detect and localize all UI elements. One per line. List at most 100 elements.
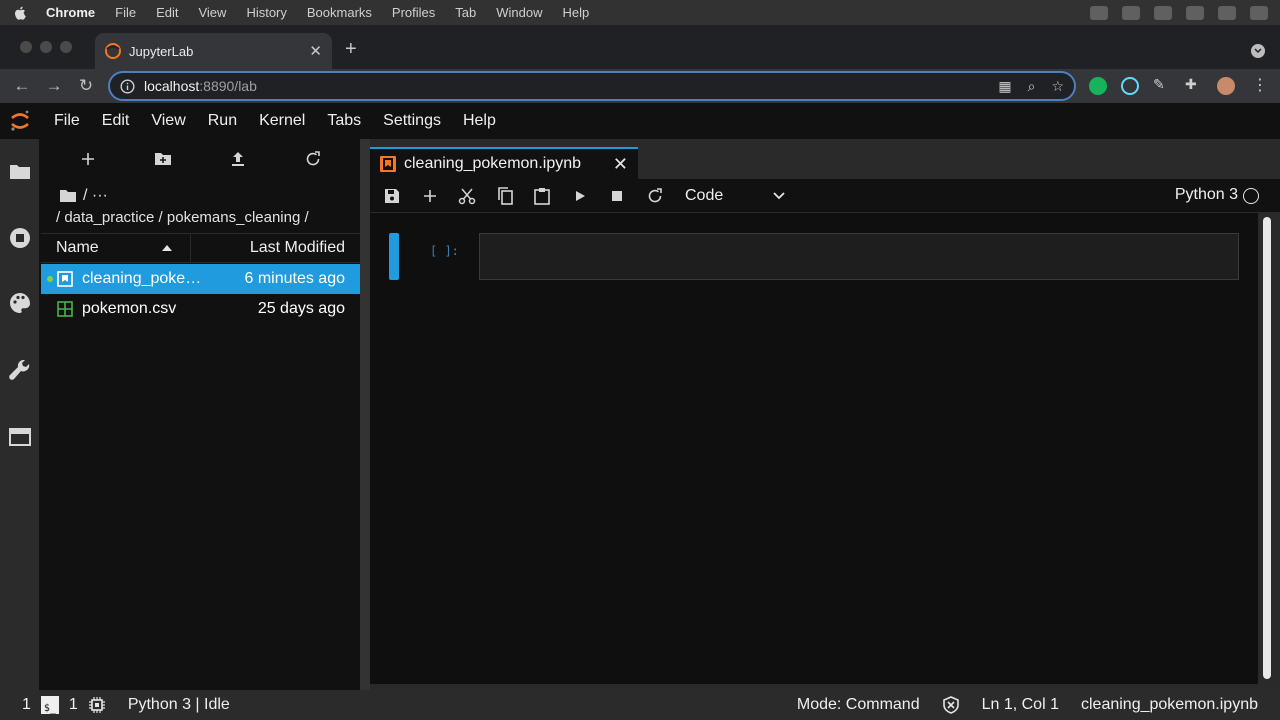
new-tab-button[interactable]: + [345,39,357,59]
tray-control-icon[interactable] [1218,5,1236,20]
menu-tabs[interactable]: Tabs [316,112,372,130]
bookmark-star-icon[interactable]: ☆ [1051,78,1064,95]
mac-menu-profiles[interactable]: Profiles [382,5,445,20]
tray-vpn-icon[interactable] [1186,5,1204,20]
new-folder-icon[interactable] [153,149,173,169]
chip-icon[interactable] [88,696,106,714]
menu-help[interactable]: Help [452,112,507,130]
panel-splitter[interactable] [360,139,370,690]
kernel-state[interactable]: Python 3 | Idle [128,696,230,714]
new-launcher-icon[interactable] [78,149,98,169]
mac-menu-history[interactable]: History [236,5,296,20]
back-arrow-icon[interactable]: ← [12,76,32,96]
browser-tab-jupyterlab[interactable]: JupyterLab ✕ [95,33,332,69]
browser-tab-title: JupyterLab [129,43,194,59]
close-notebook-icon[interactable]: ✕ [613,154,628,175]
tray-app-icon[interactable] [1154,5,1172,20]
mac-menu-app[interactable]: Chrome [40,5,105,20]
kernel-count[interactable]: 1 [69,696,78,714]
home-folder-icon[interactable] [59,189,77,203]
code-cell-input[interactable] [479,233,1239,280]
column-name-label: Name [56,239,99,256]
cell-type-select[interactable]: Code [685,187,785,205]
menu-edit[interactable]: Edit [91,112,141,130]
sort-ascending-icon [162,245,172,251]
cell-prompt: [ ]: [430,244,459,258]
menu-kernel[interactable]: Kernel [248,112,316,130]
close-tab-icon[interactable]: ✕ [309,42,322,60]
current-file: cleaning_pokemon.ipynb [1080,696,1258,713]
save-icon[interactable] [380,184,404,208]
trusted-shield-icon[interactable] [942,696,960,714]
eyedropper-extension-icon[interactable]: ✎ [1153,76,1171,94]
minimize-window-button[interactable] [40,41,52,53]
browser-toolbar: ← → ↻ localhost:8890/lab ▦ ⌕ ☆ ✎ ✚ ⋮ [0,69,1280,103]
tray-record-icon[interactable] [1090,5,1108,20]
upload-icon[interactable] [228,149,248,169]
extensions-puzzle-icon[interactable]: ✚ [1185,76,1203,94]
react-devtools-icon[interactable] [1121,77,1139,95]
tray-close-icon[interactable] [1250,5,1268,20]
file-row-csv[interactable]: pokemon.csv 25 days ago [41,294,360,324]
notebook-tab-icon [380,156,396,172]
run-icon[interactable] [568,184,592,208]
reload-icon[interactable]: ↻ [76,76,96,96]
forward-arrow-icon[interactable]: → [44,76,64,96]
tab-search-icon[interactable] [1251,44,1265,58]
column-modified-header[interactable]: Last Modified [191,239,360,257]
browser-menu-icon[interactable]: ⋮ [1252,75,1270,94]
qr-code-icon[interactable]: ▦ [998,78,1011,95]
folder-icon[interactable] [8,159,32,183]
copy-icon[interactable] [493,184,517,208]
address-bar[interactable]: localhost:8890/lab ▦ ⌕ ☆ [108,71,1076,101]
menu-view[interactable]: View [140,112,196,130]
close-window-button[interactable] [20,41,32,53]
insert-cell-icon[interactable] [418,184,442,208]
notebook-scrollbar[interactable] [1263,217,1271,679]
file-row-notebook[interactable]: cleaning_pokemon.ipynb 6 minutes ago [41,264,360,294]
site-info-icon[interactable] [120,78,135,94]
terminal-icon[interactable]: $_ [40,696,59,714]
mac-menu-bookmarks[interactable]: Bookmarks [297,5,382,20]
menu-run[interactable]: Run [197,112,248,130]
restart-icon[interactable] [643,184,667,208]
mac-menu-window[interactable]: Window [486,5,552,20]
mac-menu-file[interactable]: File [105,5,146,20]
column-name-header[interactable]: Name [41,234,191,262]
kernel-name-button[interactable]: Python 3 [1175,186,1238,204]
mac-menu-edit[interactable]: Edit [146,5,188,20]
menu-settings[interactable]: Settings [372,112,452,130]
menu-file[interactable]: File [40,112,91,130]
notebook-tab-title: cleaning_pokemon.ipynb [404,155,582,172]
running-sessions-icon[interactable] [8,226,32,250]
active-cell-indicator[interactable] [389,233,399,280]
zoom-window-button[interactable] [60,41,72,53]
grammarly-extension-icon[interactable] [1089,77,1107,95]
mac-menu-view[interactable]: View [188,5,236,20]
mac-menubar: Chrome File Edit View History Bookmarks … [0,0,1280,25]
jupyter-menubar: File Edit View Run Kernel Tabs Settings … [0,103,1280,139]
mac-menu-help[interactable]: Help [553,5,600,20]
paste-icon[interactable] [530,184,554,208]
notebook-tab[interactable]: cleaning_pokemon.ipynb ✕ [370,147,638,179]
cut-icon[interactable] [455,184,479,208]
breadcrumb[interactable]: / data_practice / pokemans_cleaning / [56,209,309,226]
tabs-icon[interactable] [8,425,32,449]
terminal-count[interactable]: 1 [22,696,31,714]
wrench-icon[interactable] [8,358,32,382]
tray-docker-icon[interactable] [1122,5,1140,20]
zoom-icon[interactable]: ⌕ [1028,78,1036,95]
file-modified: 25 days ago [257,300,345,317]
chevron-down-icon [773,191,785,199]
mac-menu-tab[interactable]: Tab [445,5,486,20]
kernel-status-icon [1243,188,1259,204]
breadcrumb-ellipsis[interactable]: / ··· [83,187,108,205]
refresh-icon[interactable] [303,149,323,169]
interrupt-icon[interactable] [605,184,629,208]
palette-icon[interactable] [8,291,32,315]
left-sidebar-tabs [0,139,40,690]
cursor-position[interactable]: Ln 1, Col 1 [982,696,1059,714]
apple-icon[interactable] [0,6,40,20]
system-tray [1090,0,1268,25]
profile-avatar[interactable] [1217,77,1235,95]
